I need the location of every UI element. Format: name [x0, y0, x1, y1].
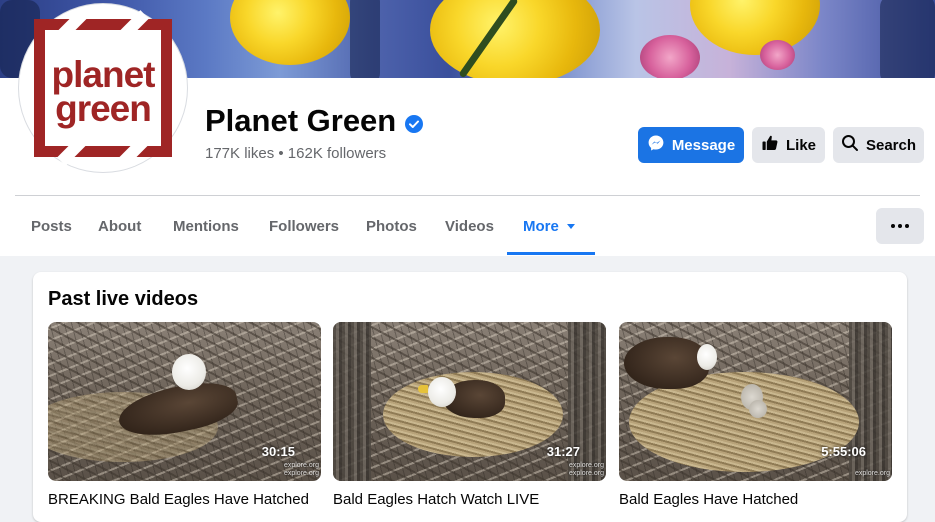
video-duration: 31:27 — [546, 444, 580, 459]
message-button-label: Message — [671, 136, 736, 154]
page-title: Planet Green — [205, 103, 397, 138]
tab-about[interactable]: About — [98, 196, 141, 256]
video-duration: 5:55:06 — [821, 444, 866, 459]
message-button[interactable]: Message — [638, 127, 744, 163]
tab-mentions[interactable]: Mentions — [173, 196, 239, 256]
active-tab-indicator — [507, 252, 595, 255]
more-options-button[interactable] — [876, 208, 924, 244]
caret-down-icon — [566, 223, 575, 229]
video-watermark: explore.org — [854, 470, 890, 477]
logo-text-green: green — [55, 88, 152, 129]
video-title[interactable]: Bald Eagles Have Hatched — [619, 491, 798, 508]
page-avatar[interactable]: planet green — [19, 4, 187, 172]
like-button[interactable]: Like — [752, 127, 825, 163]
video-duration: 30:15 — [261, 444, 295, 459]
verified-badge-icon — [405, 115, 423, 133]
video-thumbnail[interactable]: 30:15 explore.org explore.org — [48, 322, 321, 481]
tab-more[interactable]: More — [523, 196, 575, 256]
search-button-label: Search — [865, 136, 917, 154]
video-watermark: explore.org explore.org — [568, 462, 604, 477]
messenger-icon — [647, 134, 672, 156]
search-icon — [841, 134, 866, 156]
more-dots-icon — [891, 224, 895, 228]
tab-photos[interactable]: Photos — [366, 196, 417, 256]
video-watermark: explore.org explore.org — [283, 462, 319, 477]
search-button[interactable]: Search — [833, 127, 924, 163]
tab-followers[interactable]: Followers — [269, 196, 339, 256]
video-thumbnail[interactable]: 5:55:06 explore.org — [619, 322, 892, 481]
tab-more-label: More — [523, 217, 559, 235]
page-stats[interactable]: 177K likes • 162K followers — [205, 145, 386, 162]
like-button-label: Like — [785, 136, 816, 154]
tab-posts[interactable]: Posts — [31, 196, 72, 256]
section-title: Past live videos — [48, 288, 199, 310]
tab-videos[interactable]: Videos — [445, 196, 494, 256]
video-title[interactable]: BREAKING Bald Eagles Have Hatched — [48, 491, 309, 508]
video-title[interactable]: Bald Eagles Hatch Watch LIVE — [333, 491, 539, 508]
thumbs-up-icon — [761, 134, 786, 156]
video-thumbnail[interactable]: 31:27 explore.org explore.org — [333, 322, 606, 481]
